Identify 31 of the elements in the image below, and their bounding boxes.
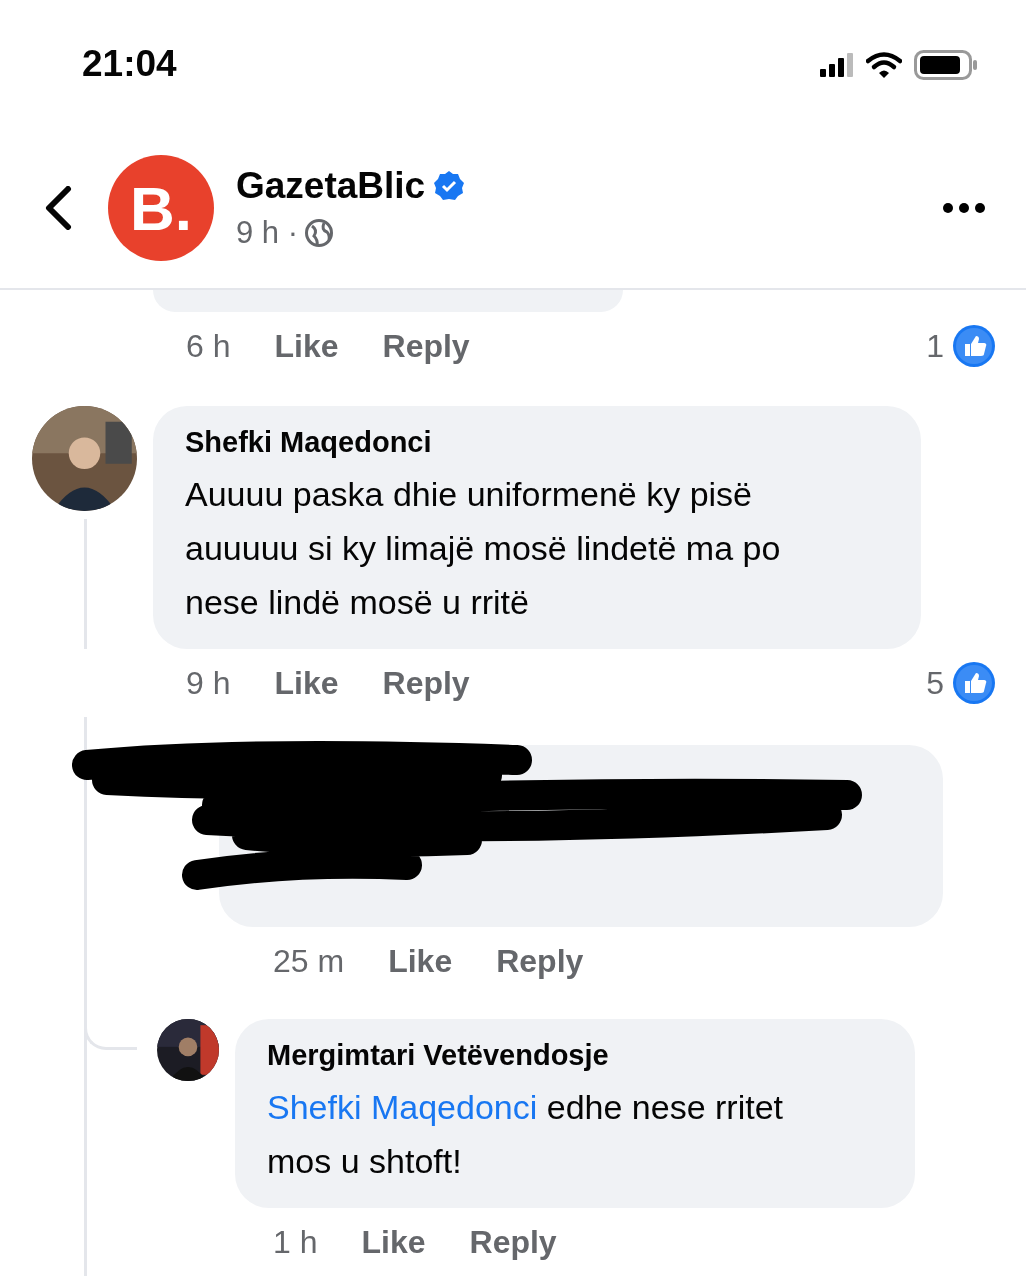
reply-link[interactable]: Reply xyxy=(382,664,470,702)
status-time: 21:04 xyxy=(82,43,177,85)
comment-author[interactable]: Mergimtari Vetëvendosje xyxy=(267,1039,853,1072)
reaction-count: 1 xyxy=(926,327,944,365)
comment-time: 6 h xyxy=(186,327,231,365)
like-link[interactable]: Like xyxy=(361,1223,426,1261)
page-logo[interactable]: B. xyxy=(108,155,214,261)
reaction-count: 5 xyxy=(926,664,944,702)
like-link[interactable]: Like xyxy=(274,664,339,702)
wifi-icon xyxy=(866,52,902,78)
comment-time: 25 m xyxy=(273,942,345,980)
mention-link[interactable]: Shefki Maqedonci xyxy=(267,1088,538,1126)
like-icon xyxy=(952,661,996,705)
more-icon[interactable] xyxy=(942,202,986,214)
comment-text: Shefki Maqedonci edhe nese rritet mos u shtoft! xyxy=(267,1087,784,1182)
back-icon[interactable] xyxy=(44,186,72,230)
page-name[interactable]: GazetaBlic xyxy=(236,165,426,207)
like-link[interactable]: Like xyxy=(388,942,453,980)
comment-author[interactable]: Shefki Maqedonci xyxy=(185,426,859,459)
post-time: 9 h · xyxy=(236,215,299,251)
globe-icon xyxy=(304,218,335,248)
reply-link[interactable]: Reply xyxy=(496,942,584,980)
battery-icon xyxy=(914,50,978,80)
like-link[interactable]: Like xyxy=(274,327,339,365)
reply-link[interactable]: Reply xyxy=(469,1223,557,1261)
comment-text: Auuuu paska dhie uniformenë ky pisë auuuuu si ky limajë mosë lindetë ma po nese lindë mosë u rritë xyxy=(185,474,782,623)
signal-icon xyxy=(820,53,854,77)
reply-link[interactable]: Reply xyxy=(382,327,470,365)
comment-time: 1 h xyxy=(273,1223,318,1261)
like-icon xyxy=(952,324,996,368)
comment-time: 9 h xyxy=(186,664,231,702)
